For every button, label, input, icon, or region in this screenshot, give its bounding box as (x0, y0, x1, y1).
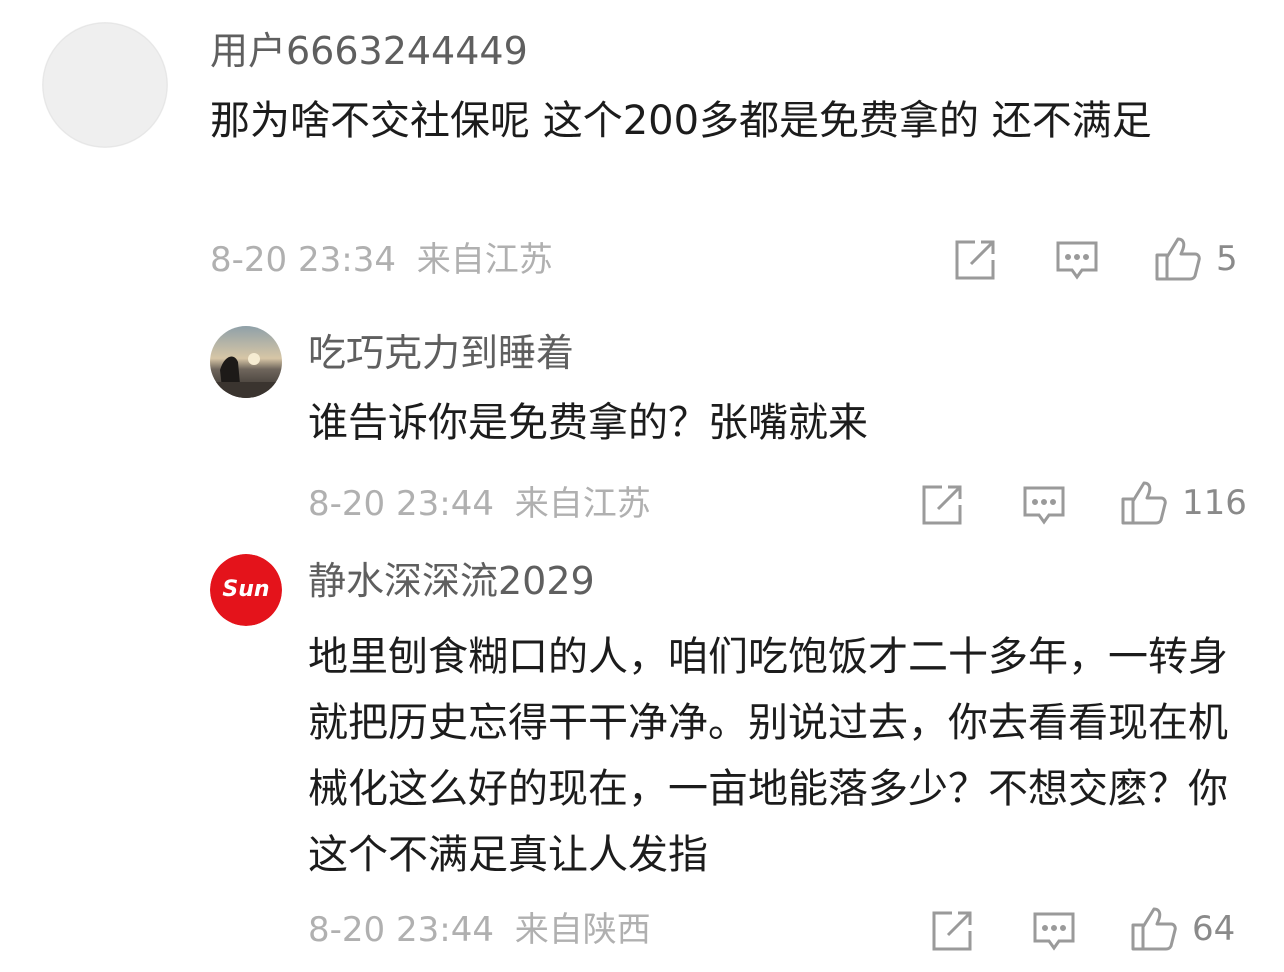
location: 来自陕西 (514, 910, 651, 950)
like-button[interactable]: 116 (1120, 480, 1247, 526)
default-avatar-icon (42, 22, 168, 148)
like-button[interactable]: 64 (1130, 906, 1235, 952)
like-count: 5 (1216, 239, 1238, 279)
comment-meta: 8-20 23:44 来自陕西 (308, 913, 651, 947)
timestamp: 8-20 23:44 (308, 910, 494, 950)
username[interactable]: 用户6663244449 (210, 32, 528, 70)
share-icon (955, 240, 995, 280)
like-button[interactable]: 5 (1154, 236, 1238, 282)
comment-icon (1023, 486, 1065, 525)
share-icon (932, 911, 972, 951)
thumbs-up-icon (1131, 907, 1177, 951)
reply-button[interactable] (1032, 911, 1076, 953)
avatar[interactable]: Sun (210, 554, 282, 626)
comment-icon (1056, 241, 1098, 280)
location: 来自江苏 (514, 484, 651, 524)
timestamp: 8-20 23:34 (210, 240, 396, 280)
thumbs-up-icon (1155, 237, 1201, 281)
thumbs-up-icon (1121, 481, 1167, 525)
comment-text: 地里刨食糊口的人，咱们吃饱饭才二十多年，一转身就把历史忘得干干净净。别说过去，你… (308, 634, 1228, 878)
username[interactable]: 静水深深流2029 (308, 562, 595, 600)
share-button[interactable] (930, 909, 974, 953)
avatar[interactable] (42, 22, 168, 148)
comment-text: 那为啥不交社保呢 这个200多都是免费拿的 还不满足 (210, 98, 1152, 144)
comment-text: 谁告诉你是免费拿的？张嘴就来 (308, 400, 868, 446)
comment-icon (1033, 912, 1075, 951)
like-count: 116 (1182, 483, 1247, 523)
reply-button[interactable] (1022, 485, 1066, 527)
location: 来自江苏 (416, 240, 553, 280)
like-count: 64 (1192, 909, 1236, 949)
share-button[interactable] (953, 238, 997, 282)
avatar[interactable] (210, 326, 282, 398)
comment-meta: 8-20 23:44 来自江苏 (308, 487, 651, 521)
sunset-photo-avatar (210, 326, 282, 398)
comment-meta: 8-20 23:34 来自江苏 (210, 243, 553, 277)
share-button[interactable] (920, 483, 964, 527)
sun-logo-text: Sun (222, 577, 269, 602)
sun-logo-avatar: Sun (210, 554, 282, 626)
username[interactable]: 吃巧克力到睡着 (308, 334, 574, 372)
timestamp: 8-20 23:44 (308, 484, 494, 524)
reply-button[interactable] (1055, 240, 1099, 282)
share-icon (922, 485, 962, 525)
